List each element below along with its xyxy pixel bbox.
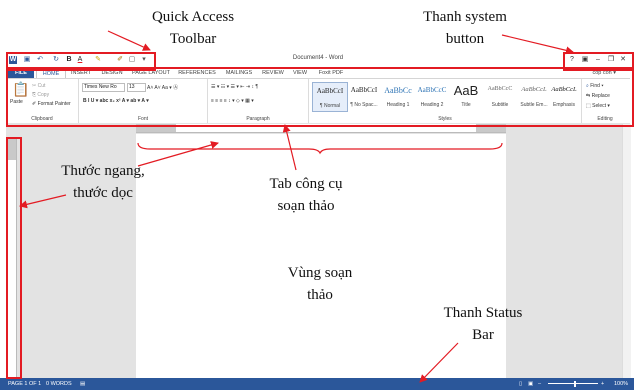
callout-line: Bar — [472, 327, 494, 343]
callout-status-bar: Thanh Status Bar — [418, 302, 548, 346]
callout-line: Thước ngang, — [61, 163, 145, 179]
callout-line: Thanh Status — [443, 305, 523, 321]
callout-tab-tools: Tab công cụ soạn thảo — [248, 173, 364, 217]
callout-line: soạn thảo — [277, 198, 335, 214]
callout-line: Thanh system — [423, 9, 507, 25]
callout-line: Vùng soạn — [287, 265, 353, 281]
callout-quick-access-toolbar: Quick Access Toolbar — [128, 6, 258, 50]
callout-line: thảo — [307, 287, 333, 303]
callout-line: thước dọc — [73, 185, 133, 201]
callout-rulers: Thước ngang, thước dọc — [44, 160, 162, 204]
callout-line: Tab công cụ — [269, 176, 343, 192]
callout-line: Toolbar — [169, 31, 217, 47]
callout-line: Quick Access — [151, 9, 235, 25]
tab-tools-arrow — [282, 124, 297, 171]
callout-editing-area: Vùng soạn thảo — [262, 262, 378, 306]
ruler-brace — [137, 142, 503, 155]
callout-system-button: Thanh system button — [400, 6, 530, 50]
callout-line: button — [445, 31, 485, 47]
status-bar-arrow — [419, 342, 459, 383]
